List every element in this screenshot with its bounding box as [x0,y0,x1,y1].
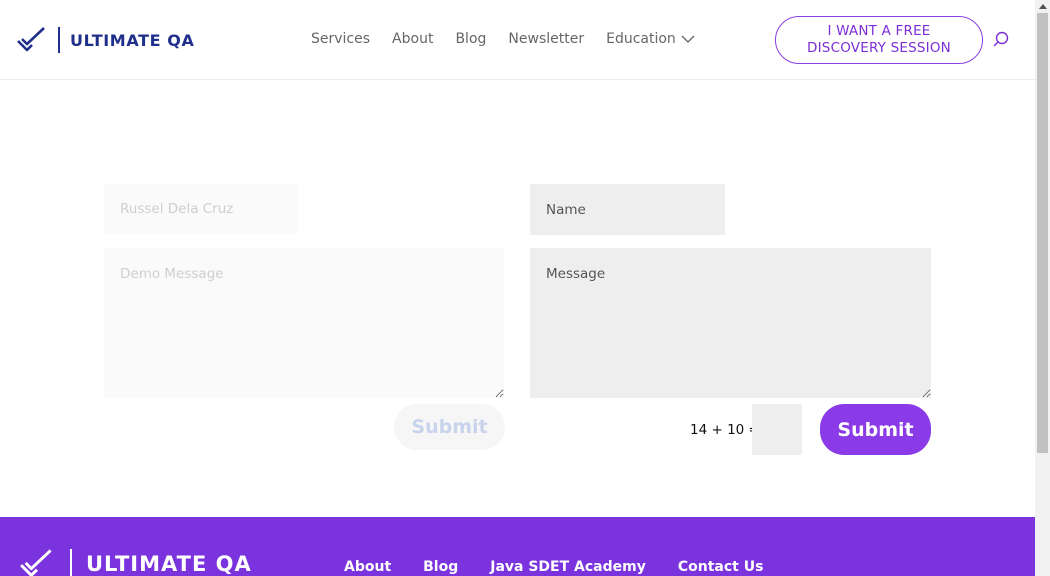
scroll-up-arrow-icon[interactable] [1039,4,1047,9]
footer-link-contact[interactable]: Contact Us [678,559,764,575]
discovery-session-button[interactable]: I WANT A FREE DISCOVERY SESSION [775,16,983,64]
logo[interactable]: ULTIMATE QA [16,24,194,56]
nav-about[interactable]: About [392,31,433,47]
scrollbar-thumb[interactable] [1037,13,1048,453]
cta-line-1: I WANT A FREE [827,23,931,39]
name-input[interactable] [530,184,725,235]
left-name-input[interactable] [104,184,298,234]
footer-logo-divider [70,549,72,576]
cta-line-2: DISCOVERY SESSION [807,40,951,56]
search-icon[interactable] [992,31,1010,49]
site-footer: ULTIMATE QA About Blog Java SDET Academy… [0,517,1035,576]
footer-link-java-sdet[interactable]: Java SDET Academy [490,559,646,575]
checkmark-logo-icon [20,549,52,576]
captcha-question: 14 + 10 = [690,422,760,438]
nav-education-label: Education [606,31,676,47]
chevron-down-icon [681,35,695,43]
left-message-input[interactable] [104,248,504,398]
scrollbar[interactable] [1035,0,1050,576]
footer-nav: About Blog Java SDET Academy Contact Us [344,559,795,575]
checkmark-logo-icon [17,27,45,52]
main-nav: Services About Blog Newsletter Education [311,31,695,47]
submit-button[interactable]: Submit [820,404,931,455]
footer-logo[interactable]: ULTIMATE QA [16,547,252,576]
footer-link-blog[interactable]: Blog [423,559,458,575]
message-input[interactable] [530,248,931,398]
footer-link-about[interactable]: About [344,559,391,575]
left-submit-button[interactable]: Submit [394,404,505,450]
nav-services[interactable]: Services [311,31,370,47]
nav-blog[interactable]: Blog [455,31,486,47]
site-header: ULTIMATE QA Services About Blog Newslett… [0,0,1035,80]
captcha-answer-input[interactable] [752,404,802,455]
logo-divider [58,27,60,53]
logo-text: ULTIMATE QA [70,30,195,50]
nav-education[interactable]: Education [606,31,695,47]
page: ULTIMATE QA Services About Blog Newslett… [0,0,1035,576]
nav-newsletter[interactable]: Newsletter [508,31,584,47]
footer-logo-text: ULTIMATE QA [86,552,252,576]
